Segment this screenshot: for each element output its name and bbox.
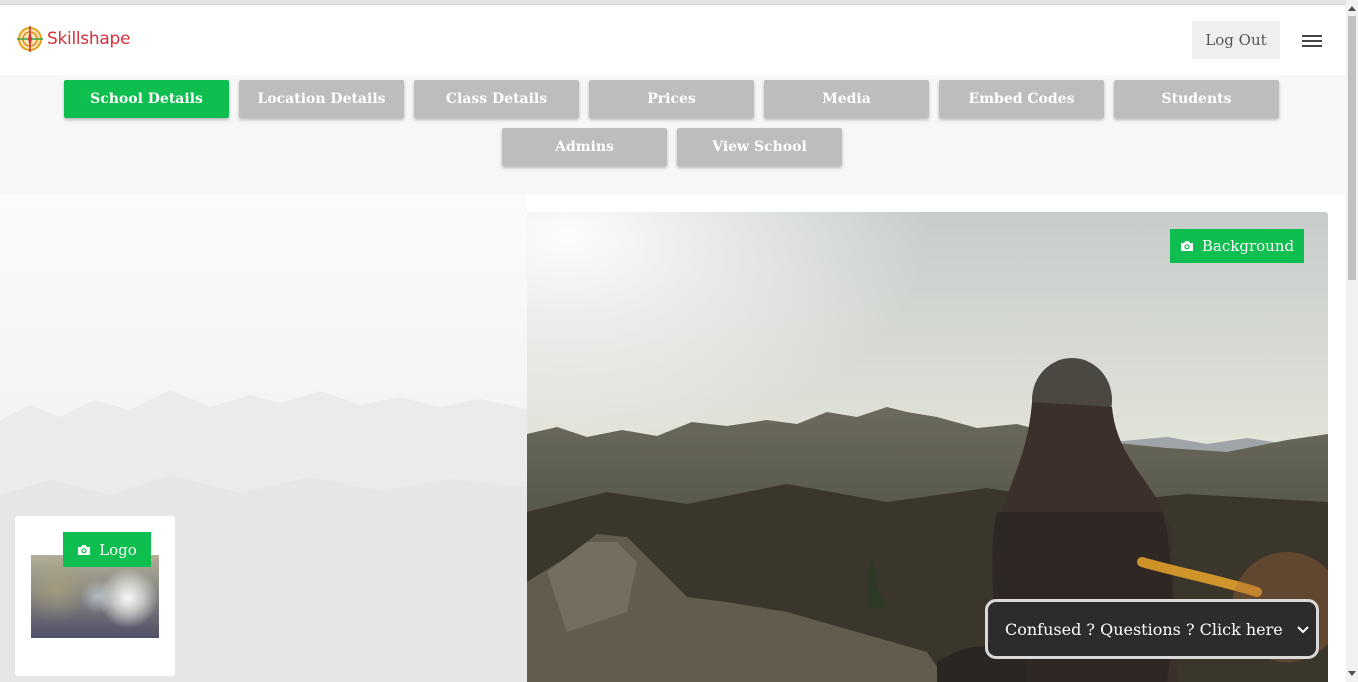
tab-location-details[interactable]: Location Details — [239, 80, 404, 118]
school-tabs-bar: School Details Location Details Class De… — [0, 75, 1346, 195]
chevron-down-icon — [1297, 626, 1309, 634]
scroll-up-arrow-icon[interactable] — [1346, 4, 1358, 14]
tab-school-details[interactable]: School Details — [64, 80, 229, 118]
brand-name: Skillshape — [47, 29, 131, 49]
page-scrollbar[interactable] — [1346, 0, 1358, 682]
school-logo-image — [31, 555, 159, 638]
scroll-down-arrow-icon[interactable] — [1346, 668, 1358, 678]
change-background-button[interactable]: Background — [1170, 229, 1304, 263]
compass-logo-icon — [17, 26, 43, 52]
camera-icon — [1180, 241, 1193, 251]
tab-students[interactable]: Students — [1114, 80, 1279, 118]
change-logo-button[interactable]: Logo — [63, 532, 151, 567]
camera-icon — [78, 544, 91, 555]
tab-prices[interactable]: Prices — [589, 80, 754, 118]
logo-button-label: Logo — [99, 540, 137, 559]
logout-button[interactable]: Log Out — [1192, 21, 1280, 59]
tab-admins[interactable]: Admins — [502, 128, 667, 166]
help-label: Confused ? Questions ? Click here — [1005, 619, 1283, 639]
hamburger-menu-icon[interactable] — [1300, 32, 1324, 50]
tab-embed-codes[interactable]: Embed Codes — [939, 80, 1104, 118]
scrollbar-thumb[interactable] — [1348, 16, 1356, 280]
help-widget-button[interactable]: Confused ? Questions ? Click here — [985, 599, 1319, 659]
tab-view-school[interactable]: View School — [677, 128, 842, 166]
tab-media[interactable]: Media — [764, 80, 929, 118]
site-header: Skillshape Log Out — [0, 5, 1346, 75]
tab-class-details[interactable]: Class Details — [414, 80, 579, 118]
brand-logo[interactable]: Skillshape — [16, 25, 130, 53]
background-button-label: Background — [1201, 237, 1295, 255]
